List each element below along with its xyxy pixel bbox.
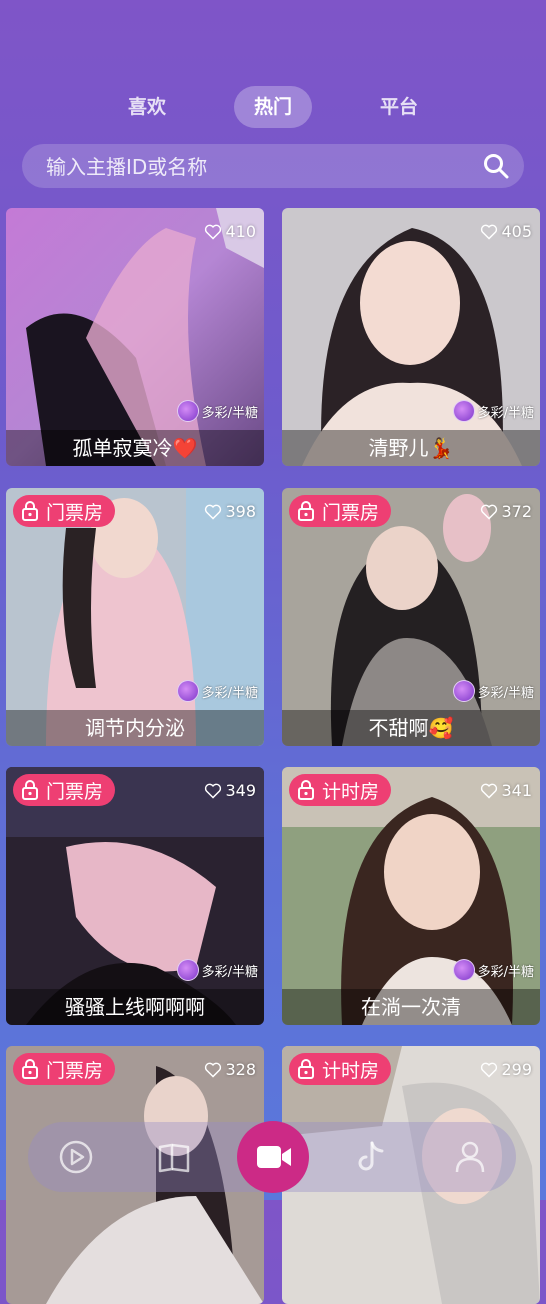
like-count: 405 [480,222,532,241]
like-count: 299 [480,1060,532,1079]
search-bar [22,144,524,190]
streamer-card[interactable]: 门票房 372 多彩/半糖 不甜啊🥰 [282,488,540,746]
tiktok-icon[interactable] [354,1139,390,1175]
platform-logo-icon [176,680,199,702]
book-icon[interactable] [156,1139,192,1175]
like-count: 349 [204,781,256,800]
play-icon[interactable] [58,1139,94,1175]
profile-icon[interactable] [452,1139,488,1175]
heart-icon [205,224,222,240]
room-type-label: 门票房 [46,780,104,803]
heart-icon [481,783,498,799]
platform-logo-icon [452,680,475,702]
platform-label: 多彩/半糖 [201,405,258,421]
streamer-name: 孤单寂寞冷❤️ [6,430,264,466]
heart-icon [205,1062,222,1078]
room-type-badge: 门票房 [289,495,392,527]
platform-tag: 多彩/半糖 [176,400,258,422]
platform-label: 多彩/半糖 [201,685,258,701]
heart-icon [481,224,498,240]
platform-logo-icon [452,959,475,981]
heart-icon [481,504,498,520]
video-camera-icon [257,1146,291,1168]
room-type-badge: 门票房 [13,1053,116,1085]
tab-platform[interactable]: 平台 [364,86,434,128]
lock-icon [22,501,38,521]
lock-icon [298,501,314,521]
like-count-value: 299 [501,1060,532,1079]
streamer-photo [282,208,540,466]
like-count-value: 398 [225,502,256,521]
tab-hot[interactable]: 热门 [234,86,312,128]
streamer-name: 骚骚上线啊啊啊 [6,989,264,1025]
lock-icon [298,780,314,800]
like-count-value: 405 [501,222,532,241]
like-count: 341 [480,781,532,800]
streamer-card[interactable]: 门票房 398 多彩/半糖 调节内分泌 [6,488,264,746]
bottom-nav [28,1121,516,1193]
streamer-photo [6,208,264,466]
platform-label: 多彩/半糖 [477,964,534,980]
lock-icon [22,780,38,800]
platform-tag: 多彩/半糖 [452,959,534,981]
streamer-card[interactable]: 门票房 349 多彩/半糖 骚骚上线啊啊啊 [6,767,264,1025]
streamer-name: 清野儿💃 [282,430,540,466]
streamer-card[interactable]: 计时房 341 多彩/半糖 在淌一次清 [282,767,540,1025]
room-type-badge: 门票房 [13,774,116,806]
like-count-value: 341 [501,781,532,800]
platform-label: 多彩/半糖 [477,405,534,421]
search-icon[interactable] [482,152,510,180]
platform-label: 多彩/半糖 [201,964,258,980]
heart-icon [205,783,222,799]
platform-logo-icon [452,400,475,422]
like-count: 372 [480,502,532,521]
platform-tag: 多彩/半糖 [176,959,258,981]
like-count: 410 [204,222,256,241]
like-count-value: 372 [501,502,532,521]
platform-tag: 多彩/半糖 [176,680,258,702]
streamer-name: 调节内分泌 [6,710,264,746]
heart-icon [481,1062,498,1078]
category-tabs: 喜欢 热门 平台 [0,86,546,130]
streamer-card[interactable]: 410 多彩/半糖 孤单寂寞冷❤️ [6,208,264,466]
platform-logo-icon [176,959,199,981]
like-count-value: 410 [225,222,256,241]
room-type-badge: 计时房 [289,774,392,806]
room-type-badge: 计时房 [289,1053,392,1085]
lock-icon [22,1059,38,1079]
streamer-name: 不甜啊🥰 [282,710,540,746]
platform-label: 多彩/半糖 [477,685,534,701]
streamer-card[interactable]: 405 多彩/半糖 清野儿💃 [282,208,540,466]
search-input[interactable] [44,144,468,190]
lock-icon [298,1059,314,1079]
live-camera-button[interactable] [237,1121,309,1193]
room-type-label: 计时房 [322,1059,380,1082]
like-count-value: 349 [225,781,256,800]
room-type-badge: 门票房 [13,495,116,527]
platform-tag: 多彩/半糖 [452,400,534,422]
room-type-label: 门票房 [46,501,104,524]
streamer-name: 在淌一次清 [282,989,540,1025]
room-type-label: 门票房 [46,1059,104,1082]
platform-tag: 多彩/半糖 [452,680,534,702]
like-count-value: 328 [225,1060,256,1079]
like-count: 328 [204,1060,256,1079]
room-type-label: 计时房 [322,780,380,803]
room-type-label: 门票房 [322,501,380,524]
tab-favorites[interactable]: 喜欢 [112,86,182,128]
platform-logo-icon [176,400,199,422]
heart-icon [205,504,222,520]
like-count: 398 [204,502,256,521]
